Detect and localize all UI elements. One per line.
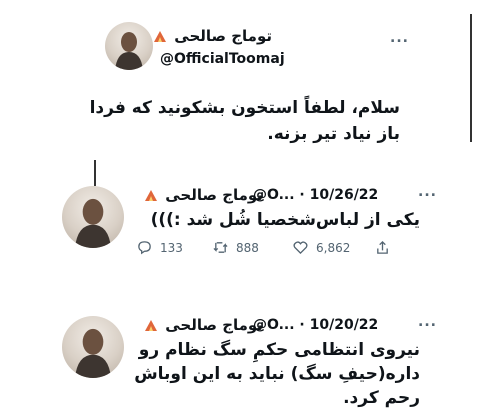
thread-line: [470, 14, 472, 142]
tweet2-name[interactable]: توماج صالحی: [144, 316, 263, 334]
tweet1-avatar[interactable]: [62, 186, 124, 248]
avatar-photo: [74, 198, 112, 248]
like-icon: [293, 241, 308, 255]
share-icon: [377, 240, 388, 254]
share-button[interactable]: [375, 240, 390, 255]
tweet1-handle-date[interactable]: @O... · 10/26/22: [253, 187, 378, 203]
retweet-count: 888: [236, 240, 259, 255]
more-icon[interactable]: ...: [418, 184, 437, 200]
top-name[interactable]: توماج صالحی: [153, 27, 272, 45]
top-tweet-line-1: سلام، لطفاً استخون بشکونید که فردا: [89, 98, 400, 118]
tweet1-name[interactable]: توماج صالحی: [144, 186, 263, 204]
flame-icon: [145, 190, 157, 201]
reply-button[interactable]: 133: [137, 240, 183, 255]
top-handle[interactable]: @OfficialToomaj: [160, 51, 285, 67]
more-icon[interactable]: ...: [418, 314, 437, 330]
tweet2-text-line-1: نیروی انتظامی حکمِ سگ نظام رو: [138, 340, 420, 360]
retweet-button[interactable]: 888: [213, 240, 259, 255]
tweet2-handle-date[interactable]: @O... · 10/20/22: [253, 317, 378, 333]
flame-icon: [145, 320, 157, 331]
thread-connector: [94, 160, 96, 186]
avatar-photo: [115, 32, 143, 70]
reply-icon: [138, 241, 151, 255]
tweet2-text-line-2: داره(حیفِ سگ) نباید به این اوباش: [134, 364, 420, 384]
top-avatar[interactable]: [105, 22, 153, 70]
top-tweet-line-2: باز نیاد تیر بزنه.: [267, 124, 400, 144]
flame-icon: [154, 31, 167, 42]
like-button[interactable]: 6,862: [293, 240, 350, 255]
tweet1-text: یکی از لباس‌شخصیا شُل شد :))): [150, 210, 420, 230]
more-icon[interactable]: ...: [390, 30, 409, 46]
retweet-icon: [213, 242, 228, 253]
reply-count: 133: [160, 240, 183, 255]
like-count: 6,862: [316, 240, 351, 255]
tweet2-text-line-3: رحم کرد.: [343, 388, 420, 408]
